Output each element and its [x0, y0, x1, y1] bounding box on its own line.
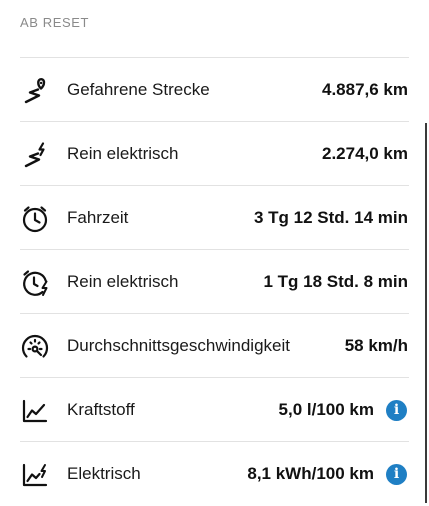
- scrollbar[interactable]: [425, 123, 427, 503]
- stat-row-electric-time: Rein elektrisch 1 Tg 18 Std. 8 min: [0, 250, 429, 314]
- section-header: AB RESET: [20, 15, 90, 30]
- stat-row-average-speed: Durchschnittsgeschwindigkeit 58 km/h: [0, 314, 429, 378]
- stat-row-electric-consumption: Elektrisch 8,1 kWh/100 km i: [0, 442, 429, 506]
- stat-label: Kraftstoff: [67, 400, 135, 419]
- stat-label: Durchschnittsgeschwindigkeit: [67, 336, 290, 355]
- stat-row-fuel: Kraftstoff 5,0 l/100 km i: [0, 378, 429, 442]
- stat-label: Rein elektrisch: [67, 144, 179, 163]
- info-button-electric[interactable]: i: [386, 464, 407, 485]
- stat-value: 2.274,0 km: [321, 144, 408, 163]
- electric-route-icon: [20, 140, 50, 170]
- stat-row-driving-time: Fahrzeit 3 Tg 12 Std. 14 min: [0, 186, 429, 250]
- stat-value: 1 Tg 18 Std. 8 min: [263, 272, 408, 291]
- stat-value: 5,0 l/100 km: [278, 400, 374, 419]
- stat-value: 3 Tg 12 Std. 14 min: [254, 208, 408, 227]
- stat-label: Rein elektrisch: [67, 272, 179, 291]
- stat-value: 4.887,6 km: [321, 80, 408, 99]
- fuel-consumption-chart-icon: [20, 396, 50, 426]
- stat-label: Gefahrene Strecke: [67, 80, 210, 99]
- speedometer-icon: [20, 332, 50, 362]
- stat-value: 8,1 kWh/100 km: [247, 464, 374, 483]
- clock-icon: [20, 204, 50, 234]
- electric-consumption-chart-icon: [20, 460, 50, 490]
- stat-row-electric-distance: Rein elektrisch 2.274,0 km: [0, 122, 429, 186]
- stat-row-distance: Gefahrene Strecke 4.887,6 km: [0, 58, 429, 122]
- stat-label: Fahrzeit: [67, 208, 129, 227]
- stat-value: 58 km/h: [344, 336, 408, 355]
- route-pin-icon: [20, 76, 50, 106]
- stat-label: Elektrisch: [67, 464, 141, 483]
- electric-clock-icon: [20, 268, 50, 298]
- info-button-fuel[interactable]: i: [386, 400, 407, 421]
